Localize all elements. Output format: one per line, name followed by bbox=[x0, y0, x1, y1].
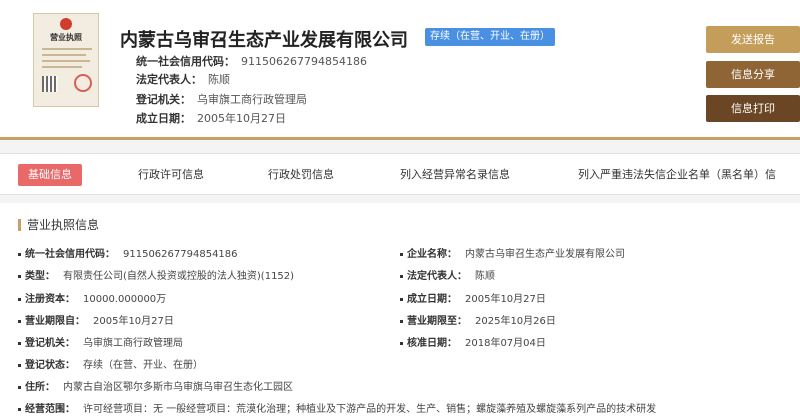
founded-value: 2005年10月27日 bbox=[197, 112, 286, 125]
info-label: 类型： bbox=[25, 271, 55, 282]
qr-code-icon bbox=[42, 76, 58, 92]
license-title: 营业执照 bbox=[50, 33, 82, 42]
tab-admin-license[interactable]: 行政许可信息 bbox=[138, 164, 204, 186]
credit-code-label: 统一社会信用代码： bbox=[136, 55, 235, 68]
credit-code-field: 统一社会信用代码： 911506267794854186 bbox=[136, 53, 367, 69]
share-info-button[interactable]: 信息分享 bbox=[706, 61, 800, 88]
info-row: 成立日期： 2005年10月27日 bbox=[400, 290, 546, 305]
company-name: 内蒙古乌审召生态产业发展有限公司 bbox=[120, 30, 408, 51]
info-label: 经营范围： bbox=[25, 404, 75, 415]
bullet-icon bbox=[400, 319, 403, 323]
info-value: 2005年10月27日 bbox=[465, 294, 546, 305]
info-label: 注册资本： bbox=[25, 294, 75, 305]
info-label: 住所： bbox=[25, 382, 55, 393]
send-report-button[interactable]: 发送报告 bbox=[706, 26, 800, 53]
info-value: 内蒙古自治区鄂尔多斯市乌审旗乌审召生态化工园区 bbox=[63, 382, 293, 393]
legal-rep-field: 法定代表人： 陈顺 bbox=[136, 71, 230, 87]
founded-field: 成立日期： 2005年10月27日 bbox=[136, 110, 286, 126]
bullet-icon bbox=[18, 297, 21, 301]
info-value: 陈顺 bbox=[475, 271, 495, 282]
license-text-line bbox=[42, 54, 86, 56]
bullet-icon bbox=[18, 407, 21, 411]
print-info-button[interactable]: 信息打印 bbox=[706, 95, 800, 122]
info-label: 营业期限自： bbox=[25, 316, 85, 327]
status-badge: 存续（在营、开业、在册） bbox=[425, 28, 555, 46]
info-row: 营业期限至： 2025年10月26日 bbox=[400, 312, 556, 327]
business-license-image[interactable]: 营业执照 bbox=[33, 13, 99, 107]
bullet-icon bbox=[18, 341, 21, 345]
business-license-info: 营业执照信息 统一社会信用代码： 911506267794854186 企业名称：… bbox=[0, 203, 800, 420]
license-text-line bbox=[42, 60, 90, 62]
info-row: 住所： 内蒙古自治区鄂尔多斯市乌审旗乌审召生态化工园区 bbox=[18, 378, 293, 393]
license-text-line bbox=[42, 66, 82, 68]
info-value: 许可经营项目：无 一般经营项目：荒漠化治理；种植业及下游产品的开发、生产、销售；… bbox=[83, 404, 657, 415]
info-tabs: 基础信息 行政许可信息 行政处罚信息 列入经营异常名录信息 列入严重违法失信企业… bbox=[0, 153, 800, 195]
founded-label: 成立日期： bbox=[136, 112, 191, 125]
legal-rep-label: 法定代表人： bbox=[136, 73, 202, 86]
info-label: 营业期限至： bbox=[407, 316, 467, 327]
registry-value: 乌审旗工商行政管理局 bbox=[197, 93, 307, 106]
license-text-line bbox=[42, 48, 92, 50]
info-row: 核准日期： 2018年07月04日 bbox=[400, 334, 546, 349]
bullet-icon bbox=[18, 252, 21, 256]
info-label: 登记状态： bbox=[25, 360, 75, 371]
info-value: 2005年10月27日 bbox=[93, 316, 174, 327]
company-header: 营业执照 内蒙古乌审召生态产业发展有限公司 存续（在营、开业、在册） 统一社会信… bbox=[0, 0, 800, 140]
info-label: 成立日期： bbox=[407, 294, 457, 305]
registry-label: 登记机关： bbox=[136, 93, 191, 106]
registry-field: 登记机关： 乌审旗工商行政管理局 bbox=[136, 91, 307, 107]
info-row: 统一社会信用代码： 911506267794854186 bbox=[18, 245, 238, 260]
info-value: 乌审旗工商行政管理局 bbox=[83, 338, 183, 349]
bullet-icon bbox=[400, 252, 403, 256]
bullet-icon bbox=[18, 274, 21, 278]
tab-basic-info[interactable]: 基础信息 bbox=[18, 164, 82, 186]
info-row: 法定代表人： 陈顺 bbox=[400, 267, 495, 282]
info-row: 登记状态： 存续（在营、开业、在册） bbox=[18, 356, 203, 371]
info-value: 有限责任公司(自然人投资或控股的法人独资)(1152) bbox=[63, 271, 295, 282]
bullet-icon bbox=[400, 341, 403, 345]
info-value: 存续（在营、开业、在册） bbox=[83, 360, 203, 371]
info-label: 登记机关： bbox=[25, 338, 75, 349]
info-value: 2018年07月04日 bbox=[465, 338, 546, 349]
info-value: 911506267794854186 bbox=[123, 249, 238, 260]
info-row: 营业期限自： 2005年10月27日 bbox=[18, 312, 174, 327]
bullet-icon bbox=[400, 274, 403, 278]
legal-rep-value: 陈顺 bbox=[208, 73, 230, 86]
info-label: 法定代表人： bbox=[407, 271, 467, 282]
bullet-icon bbox=[18, 363, 21, 367]
info-label: 统一社会信用代码： bbox=[25, 249, 115, 260]
credit-code-value: 911506267794854186 bbox=[241, 55, 367, 68]
tab-blacklist[interactable]: 列入严重违法失信企业名单（黑名单）信 bbox=[578, 164, 776, 186]
info-row: 注册资本： 10000.000000万 bbox=[18, 290, 166, 305]
tab-abnormal-list[interactable]: 列入经营异常名录信息 bbox=[400, 164, 510, 186]
bullet-icon bbox=[18, 385, 21, 389]
info-row: 登记机关： 乌审旗工商行政管理局 bbox=[18, 334, 183, 349]
info-value: 内蒙古乌审召生态产业发展有限公司 bbox=[465, 249, 625, 260]
info-row: 类型： 有限责任公司(自然人投资或控股的法人独资)(1152) bbox=[18, 267, 294, 282]
info-row: 企业名称： 内蒙古乌审召生态产业发展有限公司 bbox=[400, 245, 625, 260]
info-row: 经营范围： 许可经营项目：无 一般经营项目：荒漠化治理；种植业及下游产品的开发、生… bbox=[18, 400, 656, 415]
seal-stamp-icon bbox=[74, 74, 92, 92]
section-title: 营业执照信息 bbox=[18, 219, 99, 231]
bullet-icon bbox=[400, 297, 403, 301]
info-value: 10000.000000万 bbox=[83, 294, 167, 305]
national-emblem-icon bbox=[60, 18, 72, 30]
info-value: 2025年10月26日 bbox=[475, 316, 556, 327]
info-label: 核准日期： bbox=[407, 338, 457, 349]
tab-admin-penalty[interactable]: 行政处罚信息 bbox=[268, 164, 334, 186]
info-label: 企业名称： bbox=[407, 249, 457, 260]
bullet-icon bbox=[18, 319, 21, 323]
